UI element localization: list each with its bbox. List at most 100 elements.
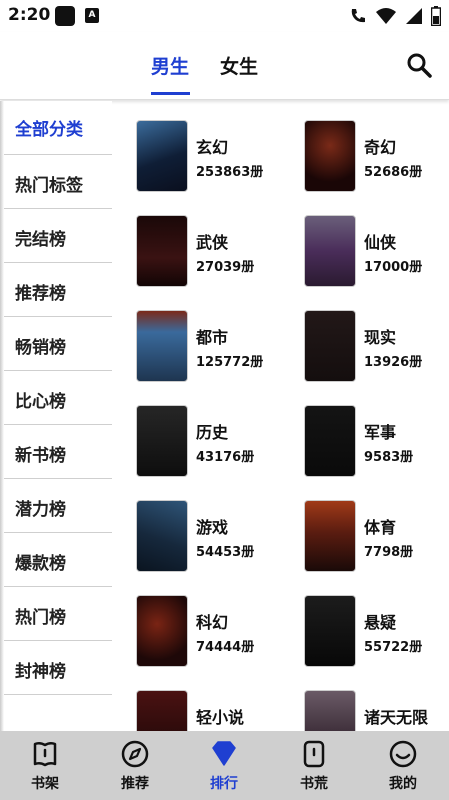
search-icon[interactable]: [406, 52, 432, 78]
status-bar: 2:20 A: [0, 0, 449, 32]
category-name: 都市: [196, 328, 229, 347]
sidebar-item-label: 新书榜: [15, 446, 66, 466]
nav-ranking[interactable]: 排行: [184, 731, 264, 800]
category-count: 27039册: [196, 260, 255, 275]
battery-icon: [431, 6, 441, 26]
compass-icon: [121, 740, 149, 768]
sidebar-item-bestseller[interactable]: 畅销榜: [4, 317, 112, 371]
sidebar-item-label: 潜力榜: [15, 500, 66, 520]
category-item[interactable]: 诸天无限: [304, 690, 449, 731]
sidebar-item-recommended[interactable]: 推荐榜: [4, 263, 112, 317]
category-item[interactable]: 奇幻 52686册: [304, 120, 449, 200]
category-count: 17000册: [364, 260, 423, 275]
category-item[interactable]: 玄幻 253863册: [136, 120, 296, 200]
category-name: 体育: [364, 518, 397, 537]
nav-label: 书架: [31, 776, 59, 792]
category-item[interactable]: 游戏 54453册: [136, 500, 296, 580]
signal-icon: [406, 8, 422, 24]
category-name: 武侠: [196, 233, 229, 252]
category-count: 54453册: [196, 545, 255, 560]
sidebar-item-potential[interactable]: 潜力榜: [4, 479, 112, 533]
sidebar-item-label: 完结榜: [15, 230, 66, 250]
book-cover: [304, 595, 356, 667]
sidebar-item-new-books[interactable]: 新书榜: [4, 425, 112, 479]
category-sidebar: 全部分类 热门标签 完结榜 推荐榜 畅销榜 比心榜 新书榜 潜力榜 爆款榜 热门…: [0, 101, 112, 731]
category-name: 现实: [364, 328, 397, 347]
category-count: 125772册: [196, 355, 264, 370]
category-name: 诸天无限: [364, 708, 429, 727]
category-name: 游戏: [196, 518, 229, 537]
category-item[interactable]: 军事 9583册: [304, 405, 449, 485]
app-badge-icon: A: [85, 8, 99, 23]
book-cover: [136, 310, 188, 382]
sidebar-item-hit[interactable]: 爆款榜: [4, 533, 112, 587]
smiley-icon: [389, 740, 417, 768]
bookshelf-icon: [33, 741, 57, 767]
sidebar-item-legend[interactable]: 封神榜: [4, 641, 112, 695]
sidebar-item-all[interactable]: 全部分类: [4, 101, 112, 155]
category-item[interactable]: 历史 43176册: [136, 405, 296, 485]
sidebar-item-label: 爆款榜: [15, 554, 66, 574]
sidebar-item-label: 推荐榜: [15, 284, 66, 304]
book-cover: [136, 690, 188, 731]
nav-label: 推荐: [121, 776, 149, 792]
category-name: 仙侠: [364, 233, 397, 252]
book-cover: [136, 215, 188, 287]
status-time: 2:20: [8, 5, 51, 25]
sidebar-item-completed[interactable]: 完结榜: [4, 209, 112, 263]
nav-label: 书荒: [300, 776, 328, 792]
top-header: 男生 女生: [0, 32, 449, 100]
sidebar-item-popular[interactable]: 热门榜: [4, 587, 112, 641]
sidebar-item-label: 比心榜: [15, 392, 66, 412]
category-name: 悬疑: [364, 613, 397, 632]
book-cover: [304, 215, 356, 287]
category-count: 7798册: [364, 545, 414, 560]
book-cover: [136, 405, 188, 477]
category-item[interactable]: 都市 125772册: [136, 310, 296, 390]
category-name: 军事: [364, 423, 397, 442]
sidebar-item-label: 全部分类: [15, 120, 83, 140]
book-cover: [304, 405, 356, 477]
notification-icon: [55, 6, 75, 26]
sidebar-item-label: 热门标签: [15, 176, 83, 196]
nav-label: 排行: [210, 776, 238, 792]
category-item[interactable]: 悬疑 55722册: [304, 595, 449, 675]
category-count: 52686册: [364, 165, 423, 180]
sidebar-item-label: 热门榜: [15, 608, 66, 628]
category-item[interactable]: 武侠 27039册: [136, 215, 296, 295]
book-cover: [136, 500, 188, 572]
bottom-nav: 书架 推荐 排行 书荒 我的: [0, 731, 449, 800]
book-cover: [136, 595, 188, 667]
category-item[interactable]: 现实 13926册: [304, 310, 449, 390]
book-cover: [304, 310, 356, 382]
category-item[interactable]: 轻小说: [136, 690, 296, 731]
sidebar-item-label: 畅销榜: [15, 338, 66, 358]
sidebar-item-heart[interactable]: 比心榜: [4, 371, 112, 425]
category-item[interactable]: 仙侠 17000册: [304, 215, 449, 295]
book-cover: [304, 120, 356, 192]
nav-label: 我的: [389, 776, 417, 792]
category-count: 13926册: [364, 355, 423, 370]
sidebar-item-label: 封神榜: [15, 662, 66, 682]
category-grid: 玄幻 253863册 奇幻 52686册 武侠 27039册 仙侠 17000册…: [112, 101, 449, 731]
screen: 2:20 A 男生 女生 全部分类 热门标签 完结榜 推荐榜 畅销榜 比心榜 新…: [0, 0, 449, 800]
category-count: 55722册: [364, 640, 423, 655]
active-tab-indicator: [151, 92, 190, 95]
category-name: 奇幻: [364, 138, 397, 157]
nav-book-shortage[interactable]: 书荒: [274, 731, 354, 800]
nav-recommend[interactable]: 推荐: [95, 731, 175, 800]
wifi-icon: [376, 8, 396, 24]
category-item[interactable]: 体育 7798册: [304, 500, 449, 580]
diamond-icon: [212, 741, 236, 766]
book-icon: [303, 740, 325, 768]
wifi-call-icon: [351, 9, 365, 23]
sidebar-item-hot-tags[interactable]: 热门标签: [4, 155, 112, 209]
nav-bookshelf[interactable]: 书架: [5, 731, 85, 800]
book-cover: [136, 120, 188, 192]
book-cover: [304, 500, 356, 572]
nav-mine[interactable]: 我的: [363, 731, 443, 800]
category-name: 历史: [196, 423, 229, 442]
tab-male[interactable]: 男生: [151, 52, 189, 79]
tab-female[interactable]: 女生: [220, 52, 258, 79]
category-item[interactable]: 科幻 74444册: [136, 595, 296, 675]
